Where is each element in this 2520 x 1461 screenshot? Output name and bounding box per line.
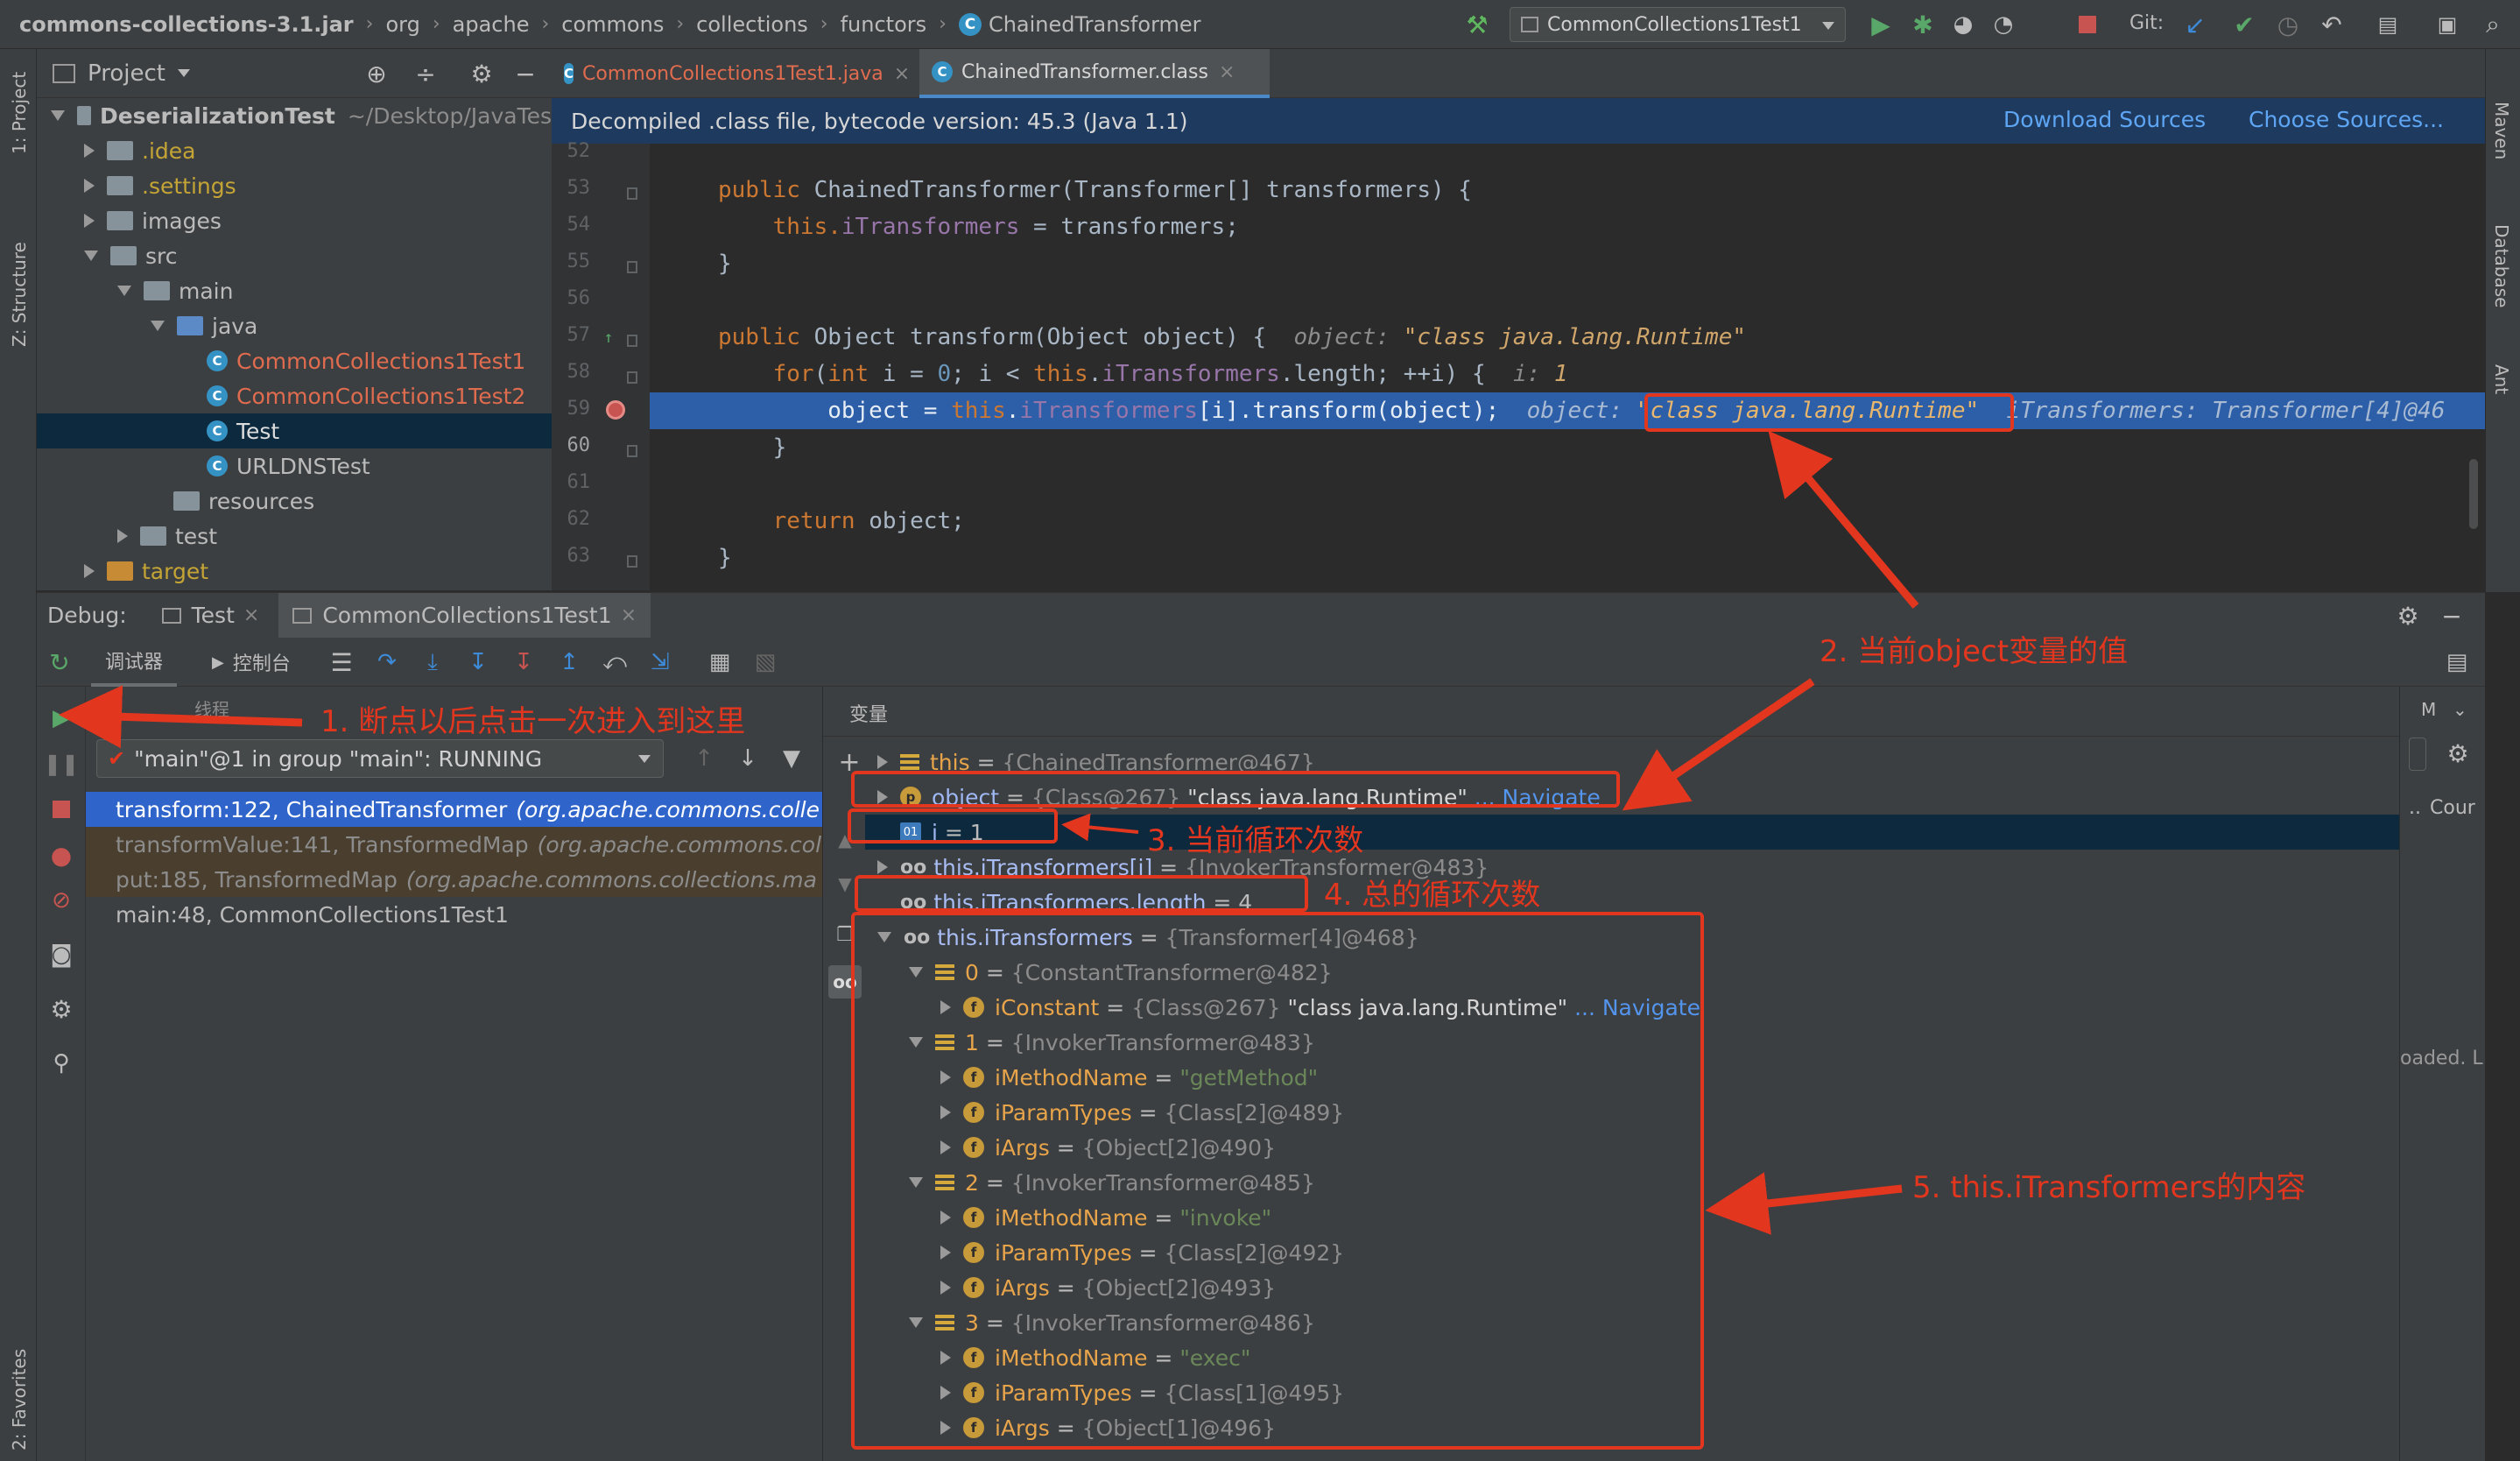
annotation-1: 1. 断点以后点击一次进入到这里 xyxy=(320,704,746,739)
annotation-5: 5. this.iTransformers的内容 xyxy=(1912,1170,2306,1205)
annotation-4: 4. 总的循环次数 xyxy=(1324,878,1541,913)
annotation-3: 3. 当前循环次数 xyxy=(1147,823,1364,858)
annotation-2: 2. 当前object变量的值 xyxy=(1820,634,2129,669)
arrow-5 xyxy=(1705,1172,1903,1235)
arrow-1 xyxy=(59,685,303,749)
arrow-3 xyxy=(1061,813,1139,842)
arrow-2b xyxy=(1622,678,1815,811)
arrow-2a xyxy=(1768,430,1919,609)
